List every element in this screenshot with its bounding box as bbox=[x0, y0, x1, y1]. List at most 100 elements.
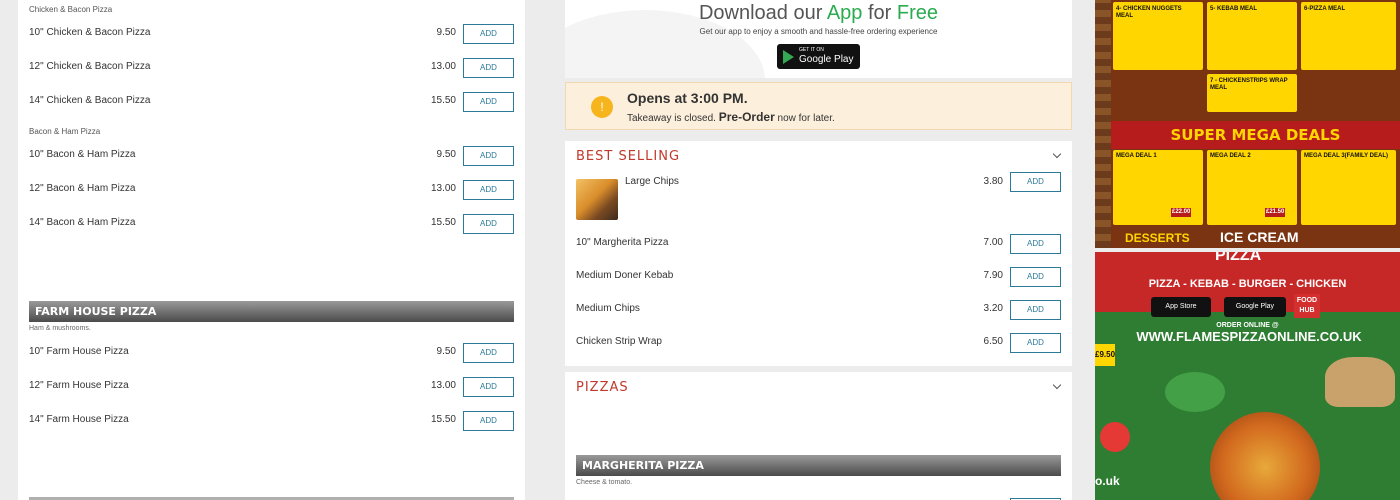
title-mid: for bbox=[868, 2, 892, 24]
flyer-tagline: PIZZA - KEBAB - BURGER - CHICKEN bbox=[1148, 278, 1347, 290]
item-price: 3.80 bbox=[983, 176, 1003, 187]
add-button[interactable]: ADD bbox=[463, 214, 514, 234]
category-header-margherita: MARGHERITA PIZZA bbox=[576, 455, 1061, 476]
chevron-down-icon[interactable] bbox=[1052, 149, 1062, 159]
title-free: Free bbox=[896, 2, 939, 24]
pizza-illustration bbox=[1210, 412, 1320, 500]
large-chips-image bbox=[576, 179, 618, 220]
add-button[interactable]: ADD bbox=[463, 58, 514, 78]
meal-label: 5- KEBAB MEAL bbox=[1210, 6, 1258, 12]
deal-price: £21.50 bbox=[1265, 208, 1286, 217]
pizzas-title[interactable]: PIZZAS bbox=[576, 380, 629, 395]
item-price: 15.50 bbox=[430, 95, 456, 106]
gplay-small-label: GET IT ON bbox=[799, 47, 824, 53]
menu-item-row: 12" Chicken & Bacon Pizza 13.00 ADD bbox=[29, 58, 514, 80]
item-price: 15.50 bbox=[430, 217, 456, 228]
item-name: 10" Margherita Pizza bbox=[576, 237, 669, 248]
chevron-down-icon[interactable] bbox=[1052, 380, 1062, 390]
flyer-url: WWW.FLAMESPIZZAONLINE.CO.UK bbox=[1136, 329, 1362, 344]
gplay-big-label: Google Play bbox=[799, 54, 854, 65]
order-online-label: ORDER ONLINE @ bbox=[1216, 322, 1279, 329]
add-button[interactable]: ADD bbox=[463, 146, 514, 166]
menu-item-row: 14" Bacon & Ham Pizza 15.50 ADD bbox=[29, 214, 514, 236]
menu-left-panel: Chicken & Bacon Pizza 10" Chicken & Baco… bbox=[18, 0, 525, 500]
item-price: 7.90 bbox=[983, 270, 1003, 281]
deal-card: 7 - CHICKENSTRIPS WRAP MEAL bbox=[1207, 74, 1297, 112]
item-name: 10" Bacon & Ham Pizza bbox=[29, 149, 136, 160]
add-button[interactable]: ADD bbox=[1010, 267, 1061, 287]
item-price: 3.20 bbox=[983, 303, 1003, 314]
pizzas-section: PIZZAS MARGHERITA PIZZA Cheese & tomato. bbox=[565, 372, 1072, 500]
wood-texture bbox=[1095, 0, 1111, 248]
item-name: 12" Chicken & Bacon Pizza bbox=[29, 61, 151, 72]
flyer-brand: PIZZA bbox=[1215, 252, 1262, 264]
add-button[interactable]: ADD bbox=[463, 180, 514, 200]
menu-item-row: 10" Chicken & Bacon Pizza 9.50 ADD bbox=[29, 24, 514, 46]
item-price: 7.00 bbox=[983, 237, 1003, 248]
item-name: Chicken Strip Wrap bbox=[576, 336, 662, 347]
menu-item-row: Medium Chips 3.20 ADD bbox=[576, 300, 1061, 322]
google-play-button[interactable]: GET IT ON Google Play bbox=[777, 44, 860, 69]
app-store-badge: App Store bbox=[1151, 297, 1211, 317]
flyer-footer-text: o.uk bbox=[1095, 474, 1120, 488]
app-download-banner: Download our App for Free Get our app to… bbox=[565, 0, 1072, 78]
meal-label: 4- CHICKEN NUGGETS MEAL bbox=[1116, 6, 1182, 19]
meal-label: 7 - CHICKENSTRIPS WRAP MEAL bbox=[1210, 78, 1288, 91]
add-button[interactable]: ADD bbox=[463, 24, 514, 44]
item-price: 13.00 bbox=[430, 61, 456, 72]
add-button[interactable]: ADD bbox=[463, 411, 514, 431]
item-name: Large Chips bbox=[625, 176, 679, 187]
title-prefix: Download our bbox=[698, 2, 823, 24]
item-name: 10" Chicken & Bacon Pizza bbox=[29, 27, 151, 38]
menu-item-row: 10" Farm House Pizza 9.50 ADD bbox=[29, 343, 514, 365]
item-price: 15.50 bbox=[430, 414, 456, 425]
pre-order-link[interactable]: Pre-Order bbox=[719, 110, 775, 124]
deals-flyer-photo: 4- CHICKEN NUGGETS MEAL 5- KEBAB MEAL 6-… bbox=[1095, 0, 1400, 248]
item-price: 13.00 bbox=[430, 183, 456, 194]
menu-middle-column: Download our App for Free Get our app to… bbox=[565, 0, 1072, 500]
deal-label: MEGA DEAL 1 bbox=[1116, 153, 1157, 159]
add-button[interactable]: ADD bbox=[463, 92, 514, 112]
notice-text-after: now for later. bbox=[777, 113, 835, 124]
alert-icon: ! bbox=[591, 96, 613, 118]
mini-pizza-illustration bbox=[1100, 422, 1130, 452]
mega-deal-card: MEGA DEAL 2 £21.50 bbox=[1207, 150, 1297, 225]
category-description: Cheese & tomato. bbox=[576, 479, 633, 486]
item-name: Medium Doner Kebab bbox=[576, 270, 674, 281]
subcategory-label: Chicken & Bacon Pizza bbox=[29, 5, 113, 14]
menu-item-row: Large Chips 3.80 ADD bbox=[625, 172, 1061, 195]
notice-text-before: Takeaway is closed. bbox=[627, 113, 716, 124]
menu-item-row: 12" Farm House Pizza 13.00 ADD bbox=[29, 377, 514, 399]
deal-label: MEGA DEAL 3(FAMILY DEAL) bbox=[1304, 153, 1389, 159]
item-name: 12" Farm House Pizza bbox=[29, 380, 129, 391]
item-name: 12" Bacon & Ham Pizza bbox=[29, 183, 136, 194]
menu-item-row: Chicken Strip Wrap 6.50 ADD bbox=[576, 333, 1061, 355]
wrap-illustration bbox=[1325, 357, 1395, 407]
title-app: App bbox=[826, 2, 863, 24]
best-selling-title[interactable]: BEST SELLING bbox=[576, 149, 680, 164]
mega-deal-card: MEGA DEAL 3(FAMILY DEAL) bbox=[1301, 150, 1396, 225]
menu-item-row: Medium Doner Kebab 7.90 ADD bbox=[576, 267, 1061, 289]
menu-page: Chicken & Bacon Pizza 10" Chicken & Baco… bbox=[0, 0, 1400, 500]
add-button[interactable]: ADD bbox=[1010, 234, 1061, 254]
add-button[interactable]: ADD bbox=[1010, 333, 1061, 353]
item-price: 9.50 bbox=[436, 27, 456, 38]
menu-item-row: 12" Bacon & Ham Pizza 13.00 ADD bbox=[29, 180, 514, 202]
item-price: 6.50 bbox=[983, 336, 1003, 347]
item-price: 13.00 bbox=[430, 380, 456, 391]
item-name: Medium Chips bbox=[576, 303, 640, 314]
item-price: 9.50 bbox=[436, 149, 456, 160]
desserts-label: DESSERTS bbox=[1125, 231, 1190, 245]
add-button[interactable]: ADD bbox=[1010, 172, 1061, 192]
flyer-price-tag: £9.50 bbox=[1095, 344, 1115, 366]
deal-card: 6-PIZZA MEAL bbox=[1301, 2, 1396, 70]
deal-card: 4- CHICKEN NUGGETS MEAL bbox=[1113, 2, 1203, 70]
app-banner-title: Download our App for Free bbox=[565, 2, 1072, 25]
notice-text: Takeaway is closed. Pre-Order now for la… bbox=[627, 110, 835, 124]
subcategory-label: Bacon & Ham Pizza bbox=[29, 127, 101, 136]
add-button[interactable]: ADD bbox=[463, 343, 514, 363]
super-mega-deals-headline: SUPER MEGA DEALS bbox=[1111, 121, 1400, 149]
menu-item-row: 14" Farm House Pizza 15.50 ADD bbox=[29, 411, 514, 433]
add-button[interactable]: ADD bbox=[1010, 300, 1061, 320]
add-button[interactable]: ADD bbox=[463, 377, 514, 397]
